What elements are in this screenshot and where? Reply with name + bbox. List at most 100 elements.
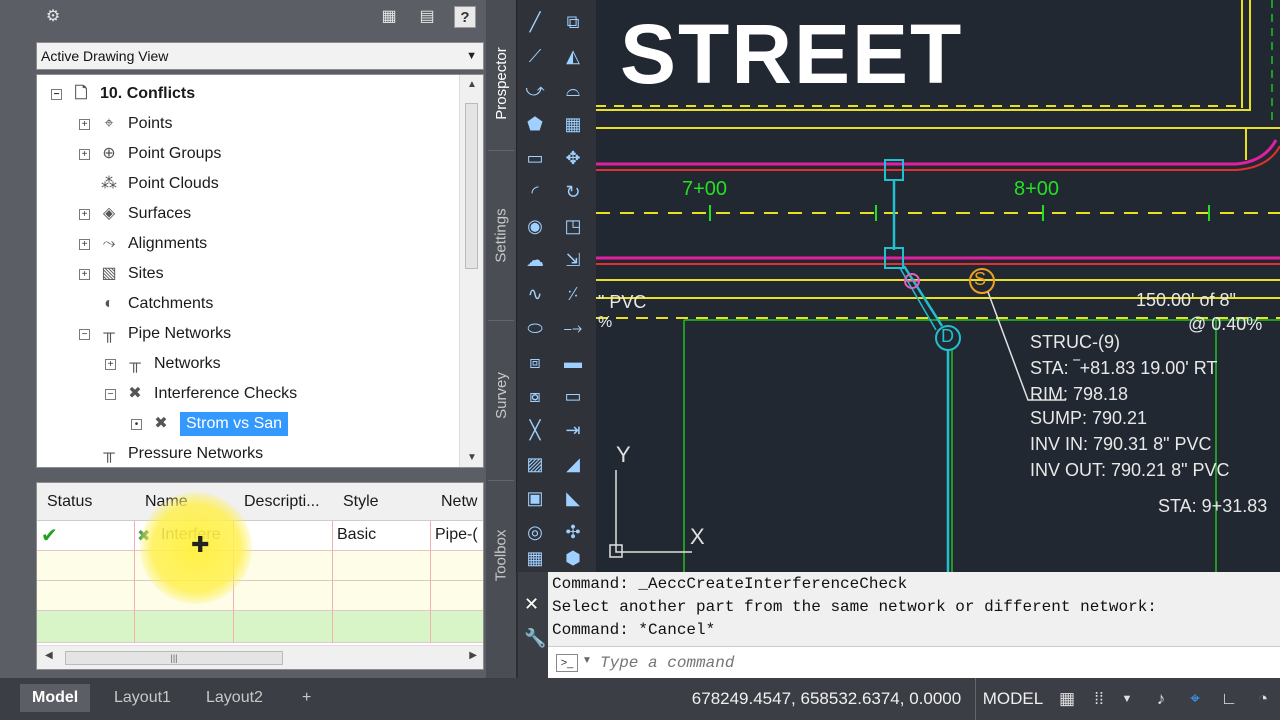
expand-icon[interactable]: + [79, 208, 90, 220]
ortho-icon[interactable]: ∟ [1218, 688, 1240, 710]
tab-survey[interactable]: Survey [486, 340, 516, 450]
mirror-icon[interactable]: ◭ [559, 42, 587, 70]
chevron-down-icon[interactable]: ▼ [1116, 688, 1138, 710]
expand-icon[interactable]: + [79, 148, 90, 160]
infer-constraints-icon[interactable]: ♪ [1150, 688, 1172, 710]
join-icon[interactable]: ▭ [559, 382, 587, 410]
drawing-canvas[interactable]: STREET 7+00 8+00 " PVC % 150.00' of 8" @… [596, 0, 1280, 572]
offset-icon[interactable]: ⌓ [559, 76, 587, 104]
model-space-button[interactable]: MODEL [978, 678, 1048, 720]
explode-icon[interactable]: ✣ [559, 518, 587, 546]
tab-model[interactable]: Model [20, 684, 91, 712]
table-row[interactable] [37, 551, 483, 581]
polygon-icon[interactable]: ⬟ [521, 110, 549, 138]
column-style[interactable]: Style [343, 493, 379, 511]
tab-toolbox[interactable]: Toolbox [486, 500, 516, 610]
help-button[interactable]: ? [454, 6, 476, 28]
tree-item[interactable]: ◐ Catchments [79, 289, 213, 319]
coordinate-readout[interactable]: 678249.4547, 658532.6374, 0.0000 [678, 678, 976, 720]
column-name[interactable]: Name [145, 493, 188, 511]
panel-icon[interactable]: ▦ [378, 6, 400, 28]
tree-item[interactable]: + ⊕ Point Groups [79, 139, 221, 169]
customize-wrench-icon[interactable]: 🔧 [524, 628, 546, 649]
tree-item[interactable]: + ╥ Networks [105, 349, 221, 379]
blend-icon[interactable]: ◣ [559, 484, 587, 512]
settings-icon[interactable]: ⚙ [42, 6, 64, 28]
tab-layout1[interactable]: Layout1 [102, 684, 183, 712]
revision-cloud-icon[interactable]: ☁ [521, 246, 549, 274]
polyline-icon[interactable]: ⤻ [521, 76, 549, 104]
scroll-up-icon[interactable]: ▲ [460, 79, 483, 90]
scroll-down-icon[interactable]: ▼ [460, 452, 483, 463]
dynamic-input-icon[interactable]: ⌖ [1184, 688, 1206, 710]
chamfer-icon[interactable]: ⇥ [559, 416, 587, 444]
collapse-icon[interactable]: − [51, 88, 62, 100]
break-icon[interactable]: ▬ [559, 348, 587, 376]
fillet-icon[interactable]: ◢ [559, 450, 587, 478]
command-input[interactable] [600, 651, 1260, 675]
tab-layout2[interactable]: Layout2 [194, 684, 275, 712]
3d-box-icon[interactable]: ⬢ [559, 544, 587, 572]
insert-block-icon[interactable]: ⧈ [521, 348, 549, 376]
circle-icon[interactable]: ◉ [521, 212, 549, 240]
table-row[interactable] [37, 611, 483, 643]
expand-icon[interactable]: + [105, 358, 116, 370]
column-description[interactable]: Descripti... [244, 493, 320, 511]
command-prompt-icon[interactable]: >_ [556, 654, 578, 672]
tree-item[interactable]: + ⌖ Points [79, 109, 172, 139]
point-icon[interactable]: ╳ [521, 416, 549, 444]
bullet-icon[interactable]: • [131, 418, 142, 430]
tree-item[interactable]: + ⤳ Alignments [79, 229, 207, 259]
column-status[interactable]: Status [47, 493, 92, 511]
tree-item[interactable]: + ◈ Surfaces [79, 199, 191, 229]
expand-icon[interactable]: + [79, 118, 90, 130]
gradient-icon[interactable]: ▣ [521, 484, 549, 512]
scroll-right-icon[interactable]: ▶ [469, 650, 477, 661]
grid-view-icon[interactable]: ▤ [416, 6, 438, 28]
tab-settings[interactable]: Settings [486, 180, 516, 290]
copy-icon[interactable]: ⧉ [559, 8, 587, 36]
tree-item[interactable]: • ✖ Strom vs San [131, 409, 289, 439]
tree-item[interactable]: − ╥ Pipe Networks [79, 319, 231, 349]
scroll-thumb[interactable] [465, 103, 478, 269]
tree-item[interactable]: − 🗋 10. Conflicts [51, 79, 195, 109]
construction-line-icon[interactable]: ⟋ [521, 42, 549, 70]
table-row[interactable]: ✔ ✖ Interfere Basic Pipe-( [37, 521, 483, 551]
stretch-icon[interactable]: ⇲ [559, 246, 587, 274]
view-selector[interactable]: Active Drawing View ▼ [36, 42, 484, 70]
tree-item[interactable]: + ▧ Sites [79, 259, 164, 289]
table-row[interactable] [37, 581, 483, 611]
tree-scrollbar[interactable]: ▲ ▼ [459, 75, 483, 467]
hatch-icon[interactable]: ▨ [521, 450, 549, 478]
rectangle-icon[interactable]: ▭ [521, 144, 549, 172]
table-icon[interactable]: ▦ [521, 544, 549, 572]
arc-icon[interactable]: ◜ [521, 178, 549, 206]
spline-icon[interactable]: ∿ [521, 280, 549, 308]
scroll-thumb[interactable]: ||| [65, 651, 283, 665]
line-icon[interactable]: ╱ [521, 8, 549, 36]
extend-icon[interactable]: ⤍ [559, 314, 587, 342]
collapse-icon[interactable]: − [105, 388, 116, 400]
rotate-icon[interactable]: ↻ [559, 178, 587, 206]
scroll-left-icon[interactable]: ◀ [45, 650, 53, 661]
tree-item[interactable]: ╥ Pressure Networks [79, 439, 263, 467]
move-icon[interactable]: ✥ [559, 144, 587, 172]
polar-tracking-icon[interactable]: ◔ [1252, 688, 1274, 710]
collapse-icon[interactable]: − [79, 328, 90, 340]
make-block-icon[interactable]: ⧇ [521, 382, 549, 410]
ellipse-icon[interactable]: ⬭ [521, 314, 549, 342]
snap-icon[interactable]: ⁞⁞ [1088, 688, 1110, 710]
scale-icon[interactable]: ◳ [559, 212, 587, 240]
add-layout-button[interactable]: + [290, 684, 323, 712]
tab-prospector[interactable]: Prospector [486, 28, 516, 138]
grid-icon[interactable]: ▦ [1056, 688, 1078, 710]
tree-item[interactable]: ⁂ Point Clouds [79, 169, 219, 199]
column-network[interactable]: Netw [441, 493, 477, 511]
expand-icon[interactable]: + [79, 268, 90, 280]
chevron-down-icon[interactable]: ▼ [582, 655, 592, 666]
chevron-down-icon[interactable]: ▼ [466, 43, 477, 69]
region-icon[interactable]: ◎ [521, 518, 549, 546]
expand-icon[interactable]: + [79, 238, 90, 250]
grid-horizontal-scrollbar[interactable]: ◀ ||| ▶ [37, 645, 483, 669]
close-icon[interactable]: ✕ [524, 594, 539, 615]
